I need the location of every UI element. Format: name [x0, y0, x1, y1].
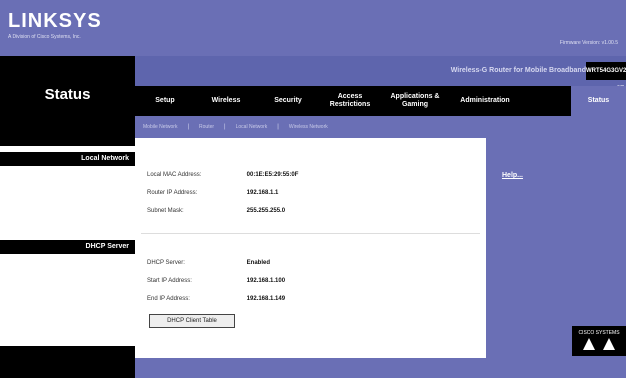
model-number: WRT54G3GV2-ST: [586, 62, 626, 92]
cisco-logo: CISCO SYSTEMS: [572, 326, 626, 356]
cisco-bridge-icon: [583, 338, 615, 350]
nav-access-restrictions[interactable]: Access Restrictions: [319, 93, 381, 109]
dhcp-server-row: DHCP Server: Enabled: [147, 260, 270, 266]
product-header: Wireless-G Router for Mobile Broadband W…: [135, 56, 626, 92]
end-ip-label: End IP Address:: [147, 296, 190, 302]
nav-security[interactable]: Security: [257, 97, 319, 105]
nav-setup[interactable]: Setup: [135, 97, 195, 105]
end-ip-row: End IP Address: 192.168.1.149: [147, 296, 285, 302]
firmware-version: Firmware Version: v1.00.5: [559, 40, 618, 46]
main-nav: Setup Wireless Security Access Restricti…: [135, 86, 626, 116]
content-panel: Local MAC Address: 00:1E:E5:29:55:0F Rou…: [135, 138, 486, 358]
section-dhcp-server: DHCP Server: [0, 240, 135, 254]
help-panel: Help... CISCO SYSTEMS: [486, 138, 626, 358]
help-link[interactable]: Help...: [502, 172, 523, 179]
nav-wireless[interactable]: Wireless: [195, 97, 257, 105]
subnav-separator: |: [277, 124, 279, 130]
subnav-router[interactable]: Router: [199, 124, 214, 130]
bottom-band: [135, 358, 626, 378]
dhcp-server-value: Enabled: [246, 260, 271, 266]
dhcp-server-label: DHCP Server:: [147, 260, 185, 266]
left-column: Status Local Network DHCP Server: [0, 56, 135, 378]
logo-subtitle: A Division of Cisco Systems, Inc.: [8, 34, 81, 40]
section-local-network: Local Network: [0, 152, 135, 166]
top-banner: LINKSYS A Division of Cisco Systems, Inc…: [0, 0, 626, 56]
subnav-local-network[interactable]: Local Network: [236, 124, 268, 130]
router-ip-label: Router IP Address:: [147, 190, 198, 196]
page-title: Status: [44, 86, 91, 103]
start-ip-row: Start IP Address: 192.168.1.100: [147, 278, 285, 284]
mac-value: 00:1E:E5:29:55:0F: [246, 172, 299, 178]
nav-applications-gaming[interactable]: Applications & Gaming: [381, 93, 449, 109]
nav-administration[interactable]: Administration: [449, 97, 521, 105]
subnav-mobile-network[interactable]: Mobile Network: [143, 124, 177, 130]
subnet-label: Subnet Mask:: [147, 208, 184, 214]
logo-area: LINKSYS A Division of Cisco Systems, Inc…: [0, 0, 135, 56]
section-divider: [141, 233, 480, 234]
linksys-logo: LINKSYS: [8, 10, 102, 32]
dhcp-client-table-button[interactable]: DHCP Client Table: [149, 314, 235, 328]
nav-status[interactable]: Status: [571, 86, 626, 116]
subnav-separator: |: [224, 124, 226, 130]
start-ip-value: 192.168.1.100: [246, 278, 286, 284]
end-ip-value: 192.168.1.149: [246, 296, 286, 302]
router-ip-row: Router IP Address: 192.168.1.1: [147, 190, 278, 196]
subnet-row: Subnet Mask: 255.255.255.0: [147, 208, 285, 214]
router-ip-value: 192.168.1.1: [246, 190, 279, 196]
sub-nav: Mobile Network | Router | Local Network …: [135, 116, 626, 138]
product-name: Wireless-G Router for Mobile Broadband: [450, 67, 586, 74]
mac-row: Local MAC Address: 00:1E:E5:29:55:0F: [147, 172, 298, 178]
subnet-value: 255.255.255.0: [246, 208, 286, 214]
start-ip-label: Start IP Address:: [147, 278, 192, 284]
subnav-separator: |: [187, 124, 190, 130]
mac-label: Local MAC Address:: [147, 172, 202, 178]
subnav-wireless-network[interactable]: Wireless Network: [289, 124, 328, 130]
